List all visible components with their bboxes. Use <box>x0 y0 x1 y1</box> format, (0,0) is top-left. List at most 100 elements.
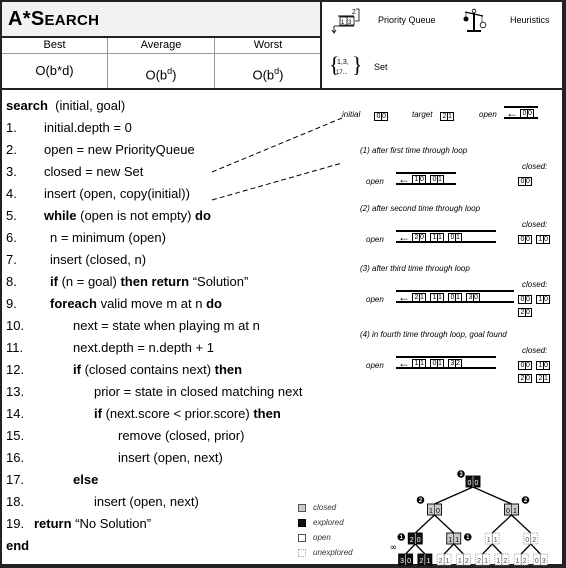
legend-label: open <box>313 533 331 542</box>
state-digit: 1 <box>455 233 460 241</box>
tree-node-digit: 2 <box>465 558 469 565</box>
tree-node-digit: 3 <box>400 558 404 565</box>
tree-node-digit: 3 <box>542 558 546 565</box>
state-digit: 1 <box>447 113 452 120</box>
state-digit: 0 <box>543 296 548 303</box>
queue-arrow-icon: ← <box>398 172 410 186</box>
tree-node-digit: 0 <box>436 508 440 515</box>
tree-node-digit: 2 <box>532 537 536 544</box>
tree-node-unexplored: 03 <box>532 553 548 566</box>
tree-node-digit: 0 <box>407 558 411 565</box>
legend-label: closed <box>313 503 337 512</box>
state-digit: 0 <box>419 233 424 241</box>
tree-edge <box>511 514 532 534</box>
tree-node-digit: 1 <box>426 558 430 565</box>
legend-swatch-open <box>298 533 306 542</box>
legend-item-open: open <box>298 530 353 545</box>
tree-node-explored: 30 <box>398 553 414 566</box>
trace-step-title: (1) after first time through loop <box>360 146 468 155</box>
tree-node-unexplored: 21 <box>436 553 452 566</box>
closed-label: closed: <box>522 346 548 355</box>
open-state: 11 <box>412 358 426 368</box>
state-digit: 0 <box>527 109 532 117</box>
tree-edge <box>530 543 541 555</box>
closed-state: 10 <box>536 235 550 244</box>
target-state: 21 <box>440 112 454 121</box>
queue-arrow-icon: ← <box>398 356 410 370</box>
tree-edge <box>414 514 435 534</box>
tree-edge <box>405 543 416 555</box>
tree-node-explored: 21 <box>417 553 433 566</box>
tree-node-closed: 11 <box>446 532 462 545</box>
closed-set: 0 0 1 02 0 <box>518 294 564 320</box>
tree-node-explored: 20 <box>407 532 423 545</box>
open-state: 11 <box>430 232 444 242</box>
search-trace-panel: initial 0 0 target 2 1 open ← 0 0 (1) after first … <box>340 100 562 390</box>
queue-arrow-icon: ← <box>398 230 410 244</box>
tree-node-explored: 00 <box>465 475 481 488</box>
open-state: 20 <box>412 232 426 242</box>
tree-node-digit: 0 <box>506 508 510 515</box>
open-label: open <box>366 235 384 244</box>
closed-label: closed: <box>522 162 548 171</box>
initial-label: initial <box>342 110 361 119</box>
open-priority-queue: ← 1 1 0 1 3 2 <box>396 356 496 370</box>
queue-arrow-icon: ← <box>398 290 410 304</box>
tree-edge <box>472 486 512 505</box>
tree-edge <box>434 514 455 534</box>
tree-node-digit: 0 <box>417 537 421 544</box>
open-state: 01 <box>430 174 444 184</box>
tree-order-label: ∞ <box>390 543 398 553</box>
legend-item-closed: closed <box>298 500 353 515</box>
legend-swatch-closed <box>298 503 306 512</box>
closed-state: 21 <box>536 374 550 383</box>
open-state: 10 <box>412 174 426 184</box>
open-label: open <box>366 177 384 186</box>
tree-node-closed: 10 <box>427 503 442 516</box>
closed-state: 10 <box>536 361 550 370</box>
state-digit: 0 <box>525 362 530 369</box>
tree-edge <box>491 543 503 555</box>
tree-node-unexplored: 12 <box>513 553 529 566</box>
closed-set: 0 0 1 02 0 2 1 <box>518 360 564 386</box>
tree-node-digit: 1 <box>516 558 520 565</box>
state-digit: 0 <box>381 113 386 120</box>
tree-node-digit: 1 <box>513 508 517 515</box>
tree-node-digit: 1 <box>446 558 450 565</box>
tree-node-digit: 1 <box>487 537 491 544</box>
state-digit: 1 <box>437 233 442 241</box>
closed-set: 00 <box>518 176 564 189</box>
search-tree-diagram: 0 031 020 122 01 1 1 1 1 1 0 23 0∞2 1 2 1 1 2 2 1 1 2 1 2 0 3 <box>390 470 548 566</box>
closed-label: closed: <box>522 220 548 229</box>
state-digit: 0 <box>525 309 530 316</box>
connector-line-initial <box>211 117 343 173</box>
open-state: 01 <box>430 358 444 368</box>
legend-label: explored <box>313 518 344 527</box>
tree-node-digit: 1 <box>458 558 462 565</box>
tree-edge <box>453 543 464 555</box>
tree-node-unexplored: 21 <box>475 553 491 566</box>
state-digit: 0 <box>543 362 548 369</box>
tree-node-digit: 1 <box>455 537 459 544</box>
open-state: 01 <box>448 292 462 302</box>
tree-node-unexplored: 02 <box>523 532 539 545</box>
state-digit: 0 <box>473 293 478 301</box>
open-priority-queue: ← 1 0 0 1 <box>396 172 456 186</box>
tree-node-digit: 2 <box>503 558 507 565</box>
tree-edge <box>520 543 532 555</box>
tree-edge <box>482 543 493 555</box>
tree-node-closed: 01 <box>504 503 519 516</box>
tree-edge <box>434 486 474 505</box>
state-digit: 1 <box>437 175 442 183</box>
state-digit: 0 <box>525 178 530 185</box>
state-digit: 1 <box>419 359 424 367</box>
closed-state: 10 <box>536 295 550 304</box>
state-digit: 1 <box>419 293 424 301</box>
legend-item-unexplored: unexplored <box>298 545 353 560</box>
tree-node-digit: 2 <box>477 558 481 565</box>
target-label: target <box>412 110 433 119</box>
closed-state: 00 <box>518 361 532 370</box>
initial-state: 00 <box>374 112 388 121</box>
tree-node-digit: 1 <box>494 537 498 544</box>
closed-state: 00 <box>518 295 532 304</box>
